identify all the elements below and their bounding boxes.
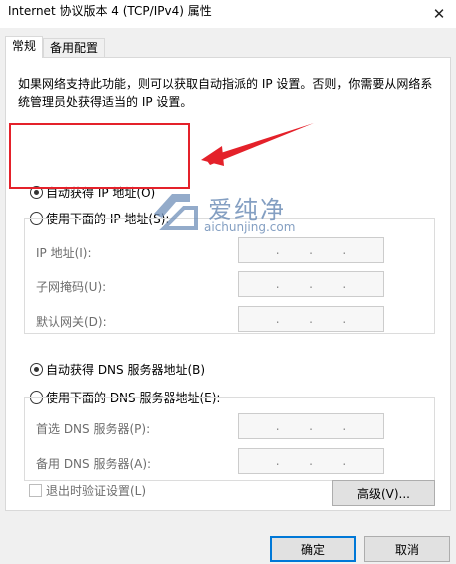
watermark-logo: 爱纯净 aichunjing.com	[150, 186, 310, 246]
annotation-arrow-icon	[201, 123, 314, 166]
tab-general[interactable]: 常规	[5, 36, 44, 58]
watermark-site: aichunjing.com	[204, 220, 296, 234]
watermark-icon	[154, 194, 198, 230]
